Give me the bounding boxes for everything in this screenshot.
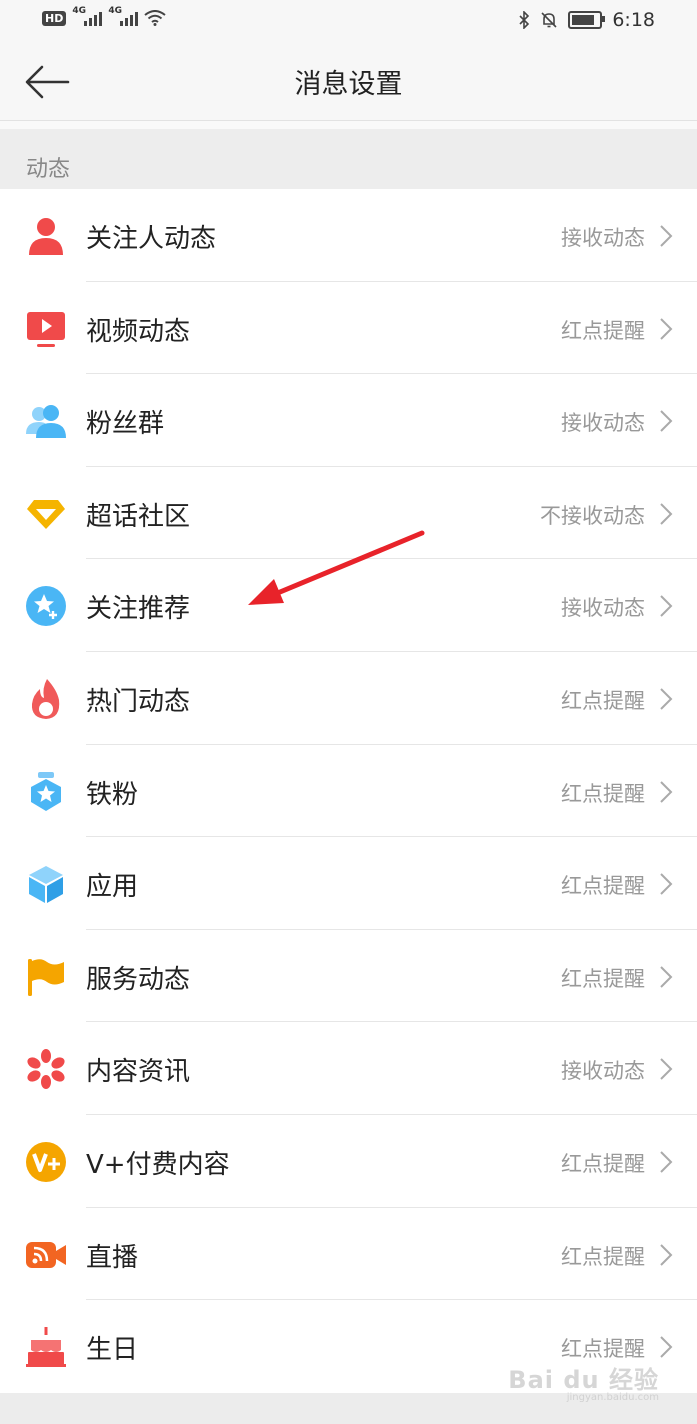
hd-badge: HD [42,10,67,26]
live-icon [26,1241,66,1268]
chevron-right-icon [660,317,673,340]
cake-icon [26,1327,66,1368]
list-item-live[interactable]: 直播 红点提醒 [0,1208,697,1301]
item-value: 红点提醒 [561,781,645,806]
list-item-content-news[interactable]: 内容资讯 接收动态 [0,1022,697,1115]
person-icon [29,218,63,255]
item-label: 服务动态 [86,964,191,995]
list-item-vplus-paid[interactable]: V+付费内容 红点提醒 [0,1115,697,1208]
watermark-brand: Bai du 经验 [508,1366,659,1394]
status-right: 6:18 [518,9,655,31]
signal-icon-2: 4G [108,6,139,26]
item-label: 应用 [86,872,139,903]
chevron-right-icon [660,1336,673,1358]
flag-icon [28,958,64,996]
item-value: 红点提醒 [561,1244,645,1269]
page-title: 消息设置 [294,69,403,100]
clock: 6:18 [612,9,655,31]
flower-icon [27,1049,65,1090]
chevron-right-icon [660,1058,673,1081]
vplus-icon [26,1141,66,1182]
item-value: 接收动态 [561,596,645,621]
chevron-right-icon [660,780,673,803]
nav-bar: 消息设置 [0,44,697,121]
list-item-hot-feed[interactable]: 热门动态 红点提醒 [0,652,697,745]
item-label: V+付费内容 [86,1149,230,1180]
battery-icon [568,11,606,29]
spacer [0,121,697,129]
list-item-fan-group[interactable]: 粉丝群 接收动态 [0,374,697,467]
signal-icon: 4G [72,6,103,26]
list-item-iron-fans[interactable]: 铁粉 红点提醒 [0,745,697,838]
chevron-right-icon [660,1151,673,1173]
settings-list: 关注人动态 接收动态 视频动态 红点提醒 粉丝群 接收动态 超话社区 不接收动态… [0,189,697,1393]
video-icon [27,311,65,347]
item-value: 接收动态 [561,411,645,436]
mute-bell-icon [541,12,557,28]
cube-icon [29,866,63,904]
item-value: 红点提醒 [561,966,645,991]
item-value: 红点提醒 [561,874,645,899]
list-item-apps[interactable]: 应用 红点提醒 [0,837,697,930]
annotation-arrow-icon [248,530,425,605]
item-label: 生日 [86,1335,139,1366]
item-label: 关注人动态 [86,224,217,254]
list-item-service-feed[interactable]: 服务动态 红点提醒 [0,930,697,1023]
item-value: 接收动态 [561,1059,645,1084]
item-label: 直播 [86,1242,139,1273]
item-value: 红点提醒 [561,688,645,713]
diamond-icon [27,499,65,529]
status-left: HD 4G 4G [42,6,166,26]
status-bar: HD 4G 4G 6:18 [0,0,697,44]
star-plus-icon [26,586,66,627]
chevron-right-icon [660,688,673,710]
chevron-right-icon [660,225,673,247]
item-label: 热门动态 [86,686,191,717]
item-value: 不接收动态 [540,503,645,528]
wifi-icon [144,10,166,26]
group-icon [26,405,66,439]
watermark-logo: Bai du 经验 jingyan.baidu.com [508,1360,659,1403]
chevron-right-icon [660,966,673,988]
chevron-right-icon [660,410,673,432]
item-value: 红点提醒 [561,318,645,343]
chevron-right-icon [660,1243,673,1266]
chevron-right-icon [660,503,673,525]
item-label: 内容资讯 [86,1057,191,1088]
item-label: 关注推荐 [86,594,191,625]
item-value: 红点提醒 [561,1337,645,1362]
item-label: 超话社区 [86,501,191,532]
item-label: 铁粉 [86,779,139,810]
section-title: 动态 [26,157,71,182]
flame-icon [31,678,60,719]
section-header: 动态 [0,129,697,189]
item-label: 粉丝群 [86,409,165,440]
medal-icon [31,771,61,811]
chevron-right-icon [660,873,673,895]
item-value: 红点提醒 [561,1151,645,1176]
list-item-video-feed[interactable]: 视频动态 红点提醒 [0,282,697,375]
item-value: 接收动态 [561,226,645,250]
item-label: 视频动态 [86,316,191,347]
bluetooth-icon [519,11,530,29]
chevron-right-icon [660,595,673,618]
list-item-follow-feed[interactable]: 关注人动态 接收动态 [0,189,697,282]
